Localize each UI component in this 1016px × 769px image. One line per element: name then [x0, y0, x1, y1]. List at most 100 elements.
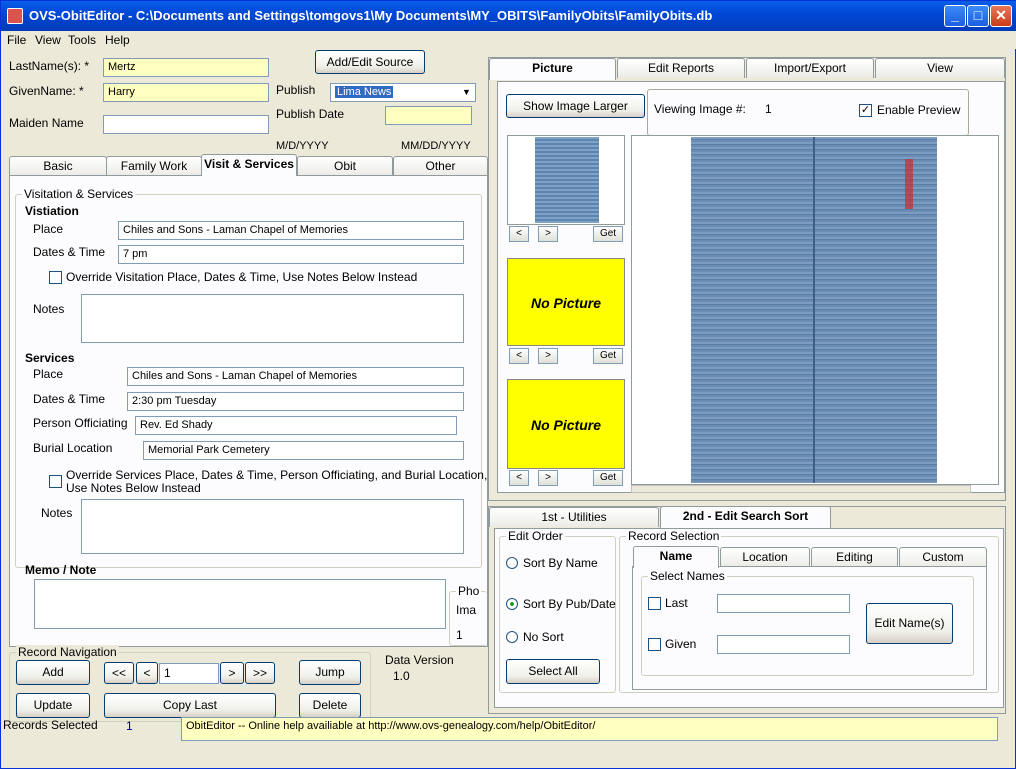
close-button[interactable]: ✕ — [990, 5, 1012, 27]
last-name-filter-input[interactable] — [717, 594, 850, 613]
prev-record-button[interactable]: < — [136, 662, 158, 684]
sort-by-pub-radio[interactable] — [506, 598, 518, 610]
tab-visit-services[interactable]: Visit & Services — [201, 154, 297, 176]
jump-button[interactable]: Jump — [299, 660, 361, 685]
tab-other[interactable]: Other — [393, 156, 488, 176]
tab-obit[interactable]: Obit — [297, 156, 393, 176]
services-heading: Services — [25, 351, 75, 365]
thumb-1-prev-button[interactable]: < — [509, 226, 529, 242]
records-selected-label: Records Selected — [3, 718, 98, 732]
chevron-down-icon[interactable]: ▼ — [459, 85, 474, 100]
last-name-label: Last — [665, 596, 688, 610]
override-services-label-1: Override Services Place, Dates & Time, P… — [66, 468, 488, 482]
update-button[interactable]: Update — [16, 693, 90, 718]
publish-select[interactable]: Lima News ▼ — [330, 83, 476, 102]
tab-utilities[interactable]: 1st - Utilities — [489, 507, 659, 527]
tab-name[interactable]: Name — [633, 546, 719, 568]
image-column-divider — [813, 137, 815, 483]
tab-edit-reports[interactable]: Edit Reports — [617, 58, 745, 78]
minimize-button[interactable]: _ — [944, 5, 966, 27]
delete-button[interactable]: Delete — [299, 693, 361, 718]
visit-dates-label: Dates & Time — [33, 245, 106, 259]
tab-view[interactable]: View — [875, 58, 1005, 78]
show-image-larger-button[interactable]: Show Image Larger — [506, 94, 645, 118]
visit-place-label: Place — [33, 222, 64, 236]
given-name-filter-input[interactable] — [717, 635, 850, 654]
visit-place-input[interactable]: Chiles and Sons - Laman Chapel of Memori… — [118, 221, 464, 240]
tab-picture[interactable]: Picture — [489, 58, 616, 80]
tab-location[interactable]: Location — [720, 547, 810, 567]
add-edit-source-button[interactable]: Add/Edit Source — [315, 50, 425, 74]
menu-tools[interactable]: Tools — [68, 33, 96, 47]
tab-editing[interactable]: Editing — [811, 547, 898, 567]
lastname-input[interactable]: Mertz — [103, 58, 269, 77]
override-services-checkbox[interactable] — [49, 475, 62, 488]
sort-by-name-label: Sort By Name — [523, 556, 598, 570]
menu-help[interactable]: Help — [105, 33, 130, 47]
preview-hscrollbar[interactable] — [631, 485, 971, 493]
thumb-3-get-button[interactable]: Get — [593, 470, 623, 486]
image-red-mark — [905, 159, 913, 209]
officiating-input[interactable]: Rev. Ed Shady — [135, 416, 457, 435]
svc-notes-textarea[interactable] — [81, 499, 464, 554]
menu-view[interactable]: View — [35, 33, 61, 47]
data-version-label: Data Version — [385, 653, 454, 667]
no-sort-radio[interactable] — [506, 631, 518, 643]
thumb-3-prev-button[interactable]: < — [509, 470, 529, 486]
maximize-button[interactable]: □ — [967, 5, 989, 27]
thumbnail-1-image[interactable] — [535, 137, 599, 223]
override-visit-label: Override Visitation Place, Dates & Time,… — [66, 270, 418, 284]
add-button[interactable]: Add — [16, 660, 90, 685]
thumb-2-next-button[interactable]: > — [538, 348, 558, 364]
window-title: OVS-ObitEditor - C:\Documents and Settin… — [29, 8, 713, 23]
burial-input[interactable]: Memorial Park Cemetery — [143, 441, 464, 460]
publish-date-input[interactable] — [385, 106, 472, 125]
override-visit-checkbox[interactable] — [49, 271, 62, 284]
first-record-button[interactable]: << — [104, 662, 134, 684]
select-all-button[interactable]: Select All — [506, 659, 600, 684]
visitation-heading: Vistiation — [25, 204, 79, 218]
svc-place-input[interactable]: Chiles and Sons - Laman Chapel of Memori… — [127, 367, 464, 386]
copy-last-button[interactable]: Copy Last — [104, 693, 276, 718]
thumb-3-next-button[interactable]: > — [538, 470, 558, 486]
givenname-input[interactable]: Harry — [103, 83, 269, 102]
memo-heading: Memo / Note — [25, 563, 97, 577]
thumb-2-get-button[interactable]: Get — [593, 348, 623, 364]
maiden-input[interactable] — [103, 115, 269, 134]
override-services-label-2: Use Notes Below Instead — [66, 481, 201, 495]
obituary-image[interactable] — [691, 137, 937, 483]
thumbnail-3-no-picture[interactable]: No Picture — [507, 379, 625, 469]
tab-basic[interactable]: Basic — [9, 156, 107, 176]
memo-textarea[interactable] — [34, 579, 446, 629]
sort-by-name-radio[interactable] — [506, 557, 518, 569]
svc-dates-input[interactable]: 2:30 pm Tuesday — [127, 392, 464, 411]
date-hint-1: M/D/YYYY — [276, 140, 329, 152]
date-hint-2: MM/DD/YYYY — [401, 140, 471, 152]
tab-family-work[interactable]: Family Work — [106, 156, 202, 176]
tab-custom[interactable]: Custom — [899, 547, 987, 567]
thumb-1-get-button[interactable]: Get — [593, 226, 623, 242]
last-record-button[interactable]: >> — [245, 662, 275, 684]
thumb-1-next-button[interactable]: > — [538, 226, 558, 242]
photo-count: 1 — [456, 628, 463, 642]
publish-label: Publish — [276, 83, 316, 97]
thumb-2-prev-button[interactable]: < — [509, 348, 529, 364]
last-name-checkbox[interactable] — [648, 597, 661, 610]
no-sort-label: No Sort — [523, 630, 564, 644]
record-number-input[interactable]: 1 — [159, 663, 219, 684]
photo-group: Pho — [449, 584, 487, 646]
visitation-services-caption: Visitation & Services — [22, 187, 136, 201]
title-bar[interactable]: OVS-ObitEditor - C:\Documents and Settin… — [1, 1, 1016, 31]
svc-place-label: Place — [33, 367, 64, 381]
given-name-checkbox[interactable] — [648, 638, 661, 651]
main-window: OVS-ObitEditor - C:\Documents and Settin… — [0, 0, 1016, 769]
visit-dates-input[interactable]: 7 pm — [118, 245, 464, 264]
enable-preview-checkbox[interactable]: ✓ — [859, 104, 872, 117]
tab-edit-search-sort[interactable]: 2nd - Edit Search Sort — [660, 506, 831, 528]
next-record-button[interactable]: > — [220, 662, 244, 684]
visit-notes-textarea[interactable] — [81, 294, 464, 343]
tab-import-export[interactable]: Import/Export — [746, 58, 874, 78]
edit-names-button[interactable]: Edit Name(s) — [866, 603, 953, 644]
menu-file[interactable]: File — [7, 33, 26, 47]
thumbnail-2-no-picture[interactable]: No Picture — [507, 258, 625, 346]
